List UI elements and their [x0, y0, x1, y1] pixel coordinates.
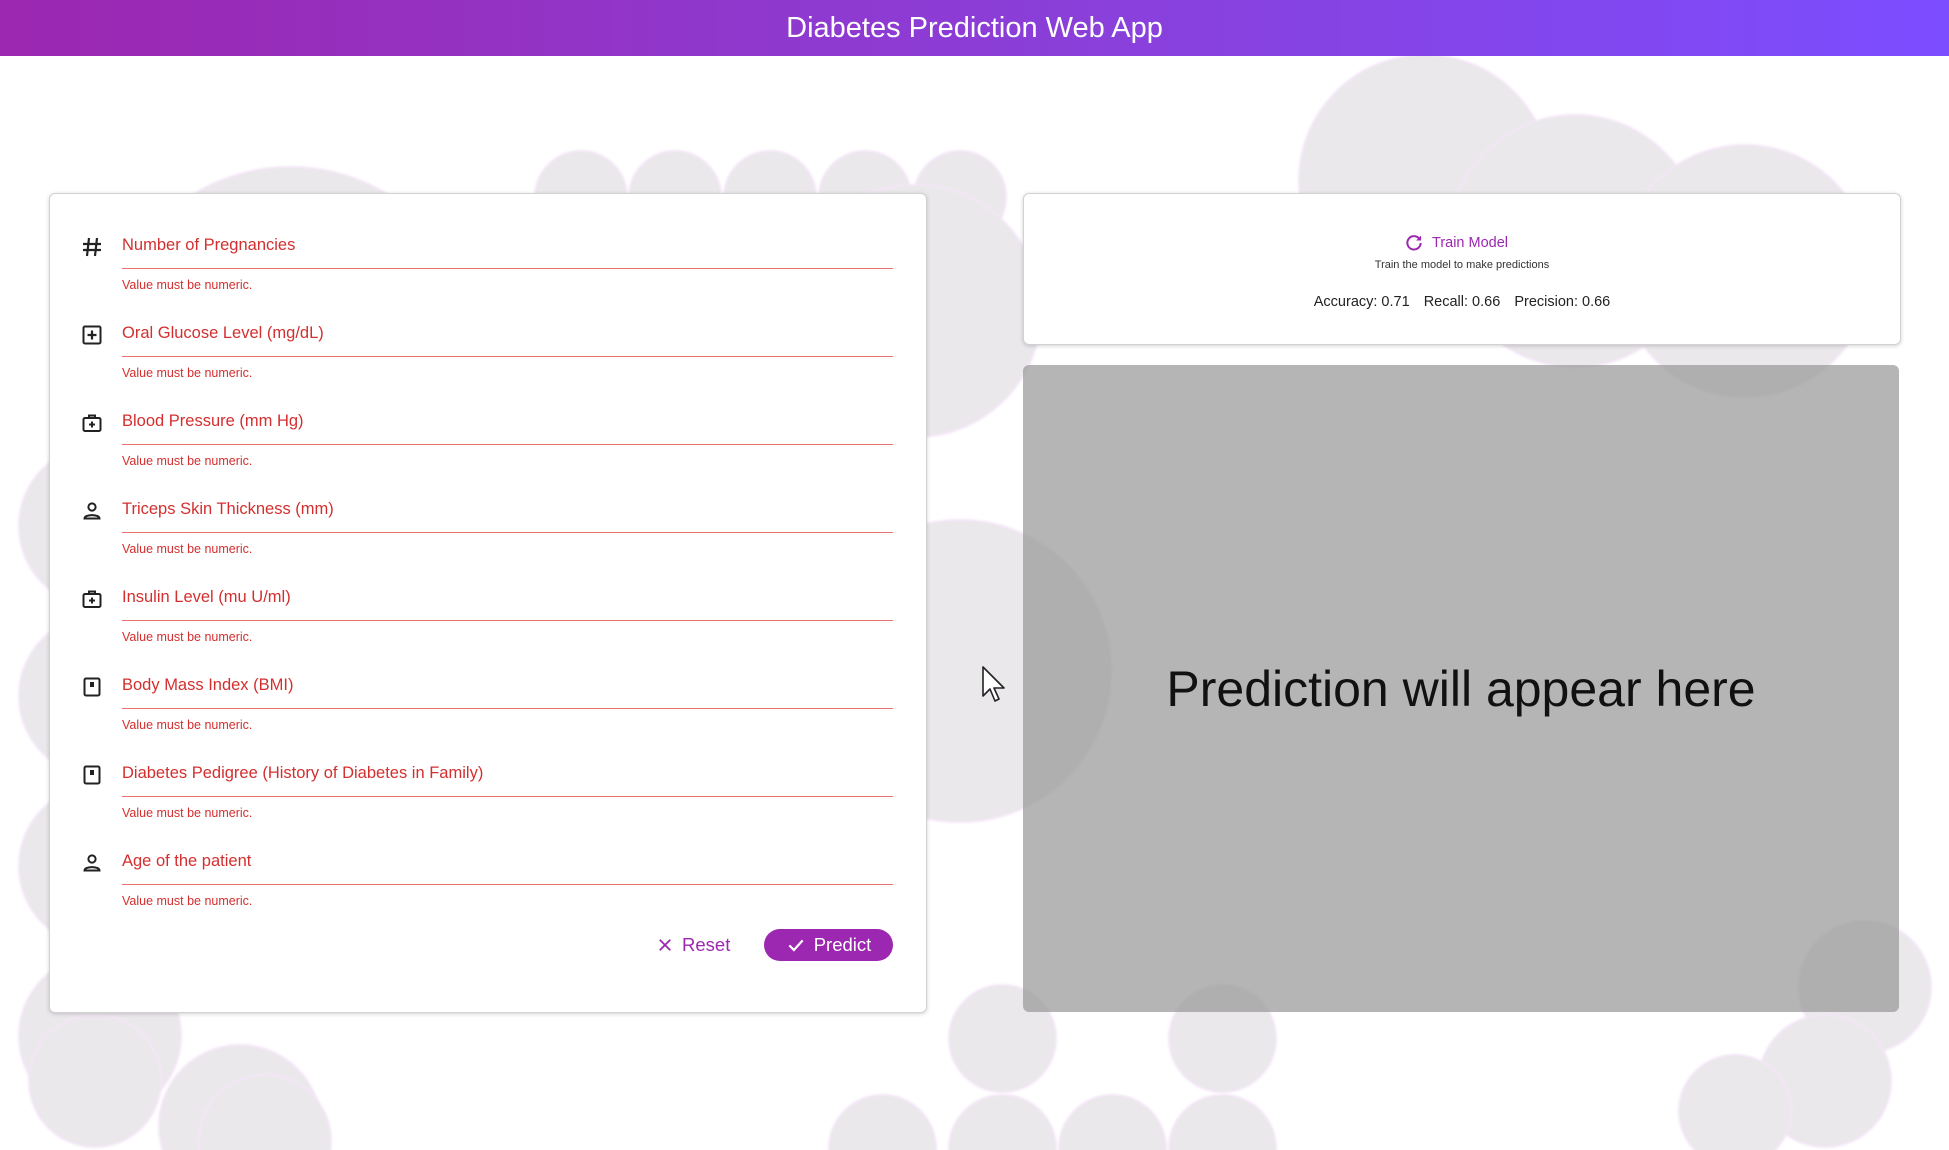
form-field[interactable]: Diabetes Pedigree (History of Diabetes i…	[50, 752, 926, 828]
background-circle	[950, 1096, 1055, 1150]
field-error-text: Value must be numeric.	[122, 806, 253, 820]
scale-icon	[80, 763, 104, 787]
form-field[interactable]: Age of the patient Value must be numeric.	[50, 840, 926, 916]
background-circle	[830, 1096, 935, 1150]
medical-bag-icon	[80, 587, 104, 611]
precision-metric: Precision: 0.66	[1514, 294, 1611, 310]
medical-bag-icon	[80, 411, 104, 435]
form-field[interactable]: Blood Pressure (mm Hg) Value must be nume…	[50, 400, 926, 476]
field-error-text: Value must be numeric.	[122, 542, 253, 556]
person-icon	[80, 851, 104, 875]
form-field[interactable]: Oral Glucose Level (mg/dL) Value must be …	[50, 312, 926, 388]
field-label: Body Mass Index (BMI)	[122, 676, 294, 694]
field-error-text: Value must be numeric.	[122, 718, 253, 732]
reset-label: Reset	[682, 934, 731, 955]
form-field[interactable]: Insulin Level (mu U/ml) Value must be num…	[50, 576, 926, 652]
field-underline	[122, 532, 893, 533]
field-label: Oral Glucose Level (mg/dL)	[122, 324, 324, 342]
model-metrics: Accuracy: 0.71 Recall: 0.66 Precision: 0…	[1024, 294, 1900, 310]
field-underline	[122, 444, 893, 445]
predict-label: Predict	[813, 934, 872, 955]
mouse-cursor-icon	[982, 666, 1005, 702]
field-label: Insulin Level (mu U/ml)	[122, 588, 291, 606]
train-hint: Train the model to make predictions	[1374, 259, 1550, 271]
field-label: Diabetes Pedigree (History of Diabetes i…	[122, 764, 484, 782]
field-label: Number of Pregnancies	[122, 236, 296, 254]
scale-icon	[80, 675, 104, 699]
train-model-label: Train Model	[1432, 235, 1509, 251]
field-underline	[122, 796, 893, 797]
field-label: Age of the patient	[122, 852, 252, 870]
plus-box-icon	[80, 323, 104, 347]
recall-metric: Recall: 0.66	[1423, 294, 1501, 310]
prediction-placeholder: Prediction will appear here	[1166, 660, 1756, 717]
background-circle	[30, 1016, 160, 1146]
refresh-icon	[1406, 235, 1422, 251]
background-circle	[1060, 1096, 1165, 1150]
check-icon	[788, 939, 804, 952]
prediction-panel: Prediction will appear here	[1023, 365, 1899, 1012]
field-underline	[122, 708, 893, 709]
app-title: Diabetes Prediction Web App	[786, 11, 1163, 44]
background-circle	[1170, 1096, 1275, 1150]
field-error-text: Value must be numeric.	[122, 278, 253, 292]
training-card: Train Model Train the model to make pred…	[1023, 193, 1901, 345]
field-underline	[122, 268, 893, 269]
close-icon	[659, 939, 671, 951]
form-field[interactable]: Body Mass Index (BMI) Value must be numer…	[50, 664, 926, 740]
person-icon	[80, 499, 104, 523]
field-error-text: Value must be numeric.	[122, 630, 253, 644]
field-error-text: Value must be numeric.	[122, 454, 253, 468]
accuracy-metric: Accuracy: 0.71	[1313, 294, 1410, 310]
field-label: Blood Pressure (mm Hg)	[122, 412, 304, 430]
reset-button[interactable]: Reset	[646, 929, 740, 961]
predict-button[interactable]: Predict	[764, 929, 893, 961]
field-underline	[122, 620, 893, 621]
form-field[interactable]: Number of Pregnancies Value must be numer…	[50, 224, 926, 300]
field-error-text: Value must be numeric.	[122, 894, 253, 908]
prediction-form: Number of Pregnancies Value must be numer…	[49, 193, 927, 1013]
field-label: Triceps Skin Thickness (mm)	[122, 500, 334, 518]
field-underline	[122, 884, 893, 885]
train-model-button[interactable]: Train Model	[1404, 230, 1508, 256]
field-error-text: Value must be numeric.	[122, 366, 253, 380]
field-underline	[122, 356, 893, 357]
form-field[interactable]: Triceps Skin Thickness (mm) Value must be…	[50, 488, 926, 564]
hash-icon	[80, 235, 104, 259]
app-bar: Diabetes Prediction Web App	[0, 0, 1949, 56]
